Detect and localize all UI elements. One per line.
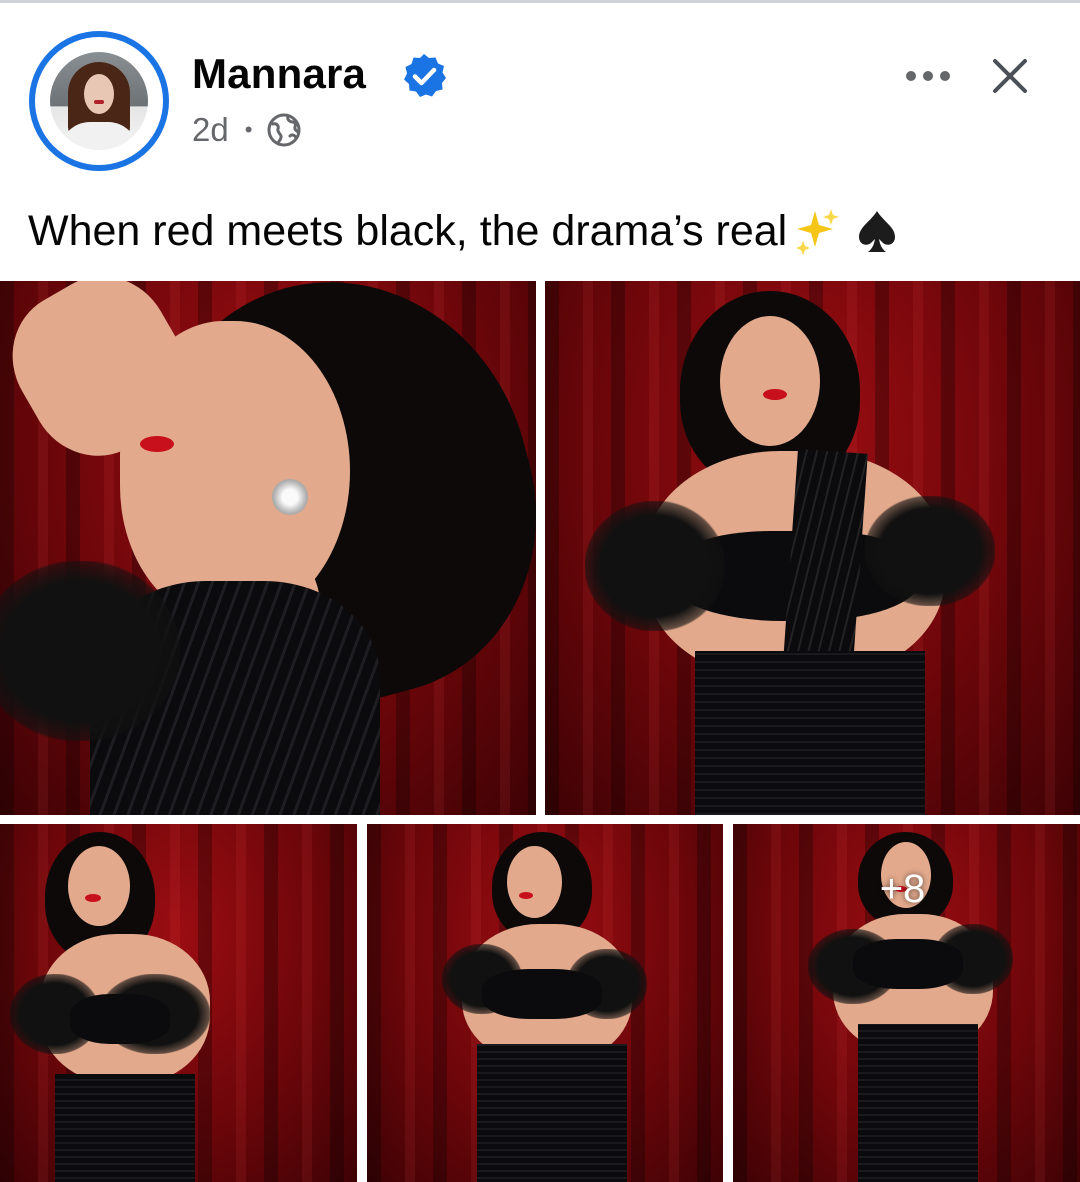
caption-text: When red meets black, the drama’s real	[28, 206, 788, 255]
gallery-photo-4[interactable]	[367, 824, 723, 1182]
post-timestamp[interactable]: 2d	[192, 111, 229, 149]
author-name[interactable]: Mannara	[192, 50, 366, 98]
top-divider	[0, 0, 1080, 3]
verified-badge-icon	[404, 54, 446, 97]
close-icon[interactable]	[988, 54, 1032, 98]
gallery-photo-5[interactable]: +8	[733, 824, 1080, 1182]
more-photos-count: +8	[879, 866, 926, 911]
gallery-photo-2[interactable]	[545, 281, 1080, 815]
more-photos-overlay[interactable]: +8	[733, 824, 1080, 1182]
avatar	[50, 52, 148, 150]
more-options-button[interactable]	[896, 56, 960, 96]
more-horizontal-icon	[906, 71, 916, 81]
profile-avatar-ring[interactable]	[29, 31, 169, 171]
meta-separator: •	[244, 117, 253, 142]
sparkles-emoji	[796, 209, 840, 255]
gallery-photo-3[interactable]	[0, 824, 357, 1182]
post-meta: 2d •	[192, 110, 302, 150]
spade-suit-emoji	[859, 211, 896, 252]
post-caption: When red meets black, the drama’s real	[28, 205, 903, 257]
globe-icon[interactable]	[266, 112, 302, 148]
gallery-photo-1[interactable]	[0, 281, 536, 815]
